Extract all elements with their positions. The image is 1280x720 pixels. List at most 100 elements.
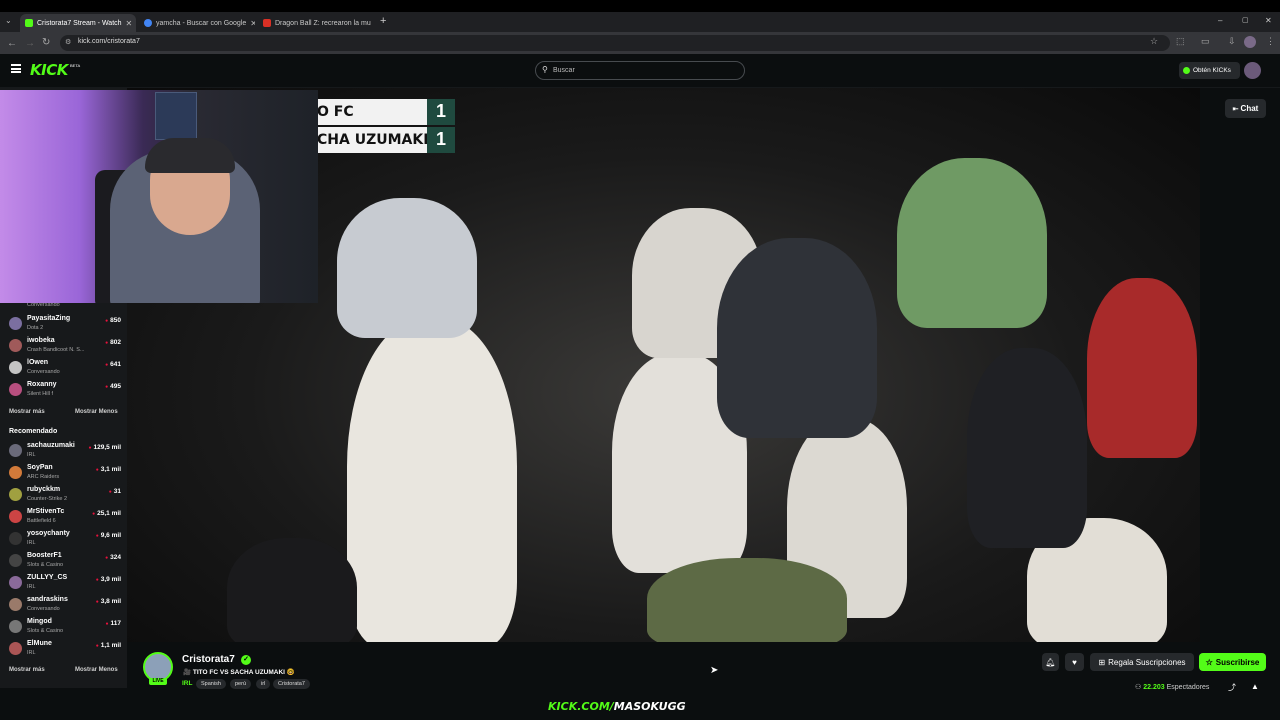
tab-title: Cristorata7 Stream - Watch [37,19,122,27]
reload-icon[interactable]: ↻ [42,37,50,48]
viewer-count: 495 [105,383,121,390]
maximize-icon[interactable]: ▢ [1242,16,1249,24]
avatar [9,598,22,611]
channel-name: SoyPan [27,464,53,471]
show-less-link[interactable]: Mostrar Menos [75,409,118,415]
viewer-count: 1,1 mil [96,642,121,649]
star-icon: ☆ [1205,657,1213,667]
sidebar-channel[interactable]: PayasitaZing Dota 2 850 [9,314,121,334]
close-icon[interactable]: ✕ [250,19,255,28]
avatar [9,510,22,523]
minimize-icon[interactable]: – [1218,16,1222,25]
sidebar-channel[interactable]: sandraskins Conversando 3,8 mil [9,595,121,615]
overlay-url-part1: KICK.COM/ [548,700,614,713]
streamer-cap [145,138,235,173]
channel-name: ZULLYY_CS [27,574,68,581]
sidepanel-icon[interactable]: ▭ [1201,36,1210,47]
recommended-heading: Recomendado [9,428,58,435]
channel-name: MrStivenTc [27,508,65,515]
close-window-icon[interactable]: ✕ [1265,16,1272,25]
webcam-overlay [0,90,318,303]
profile-avatar[interactable] [1244,36,1256,48]
kick-logo[interactable]: KICK [30,61,68,79]
tab-google[interactable]: yamcha - Buscar con Google ✕ [139,14,255,32]
scoreboard-score1: 1 [427,99,455,125]
channel-category: ARC Raiders [27,474,60,480]
share-icon[interactable]: ⤴ [1228,682,1236,693]
sidebar-channel[interactable]: ElMune IRL 1,1 mil [9,639,121,659]
tab-strip: ⌄ Cristorata7 Stream - Watch ✕ yamcha - … [0,12,1280,32]
search-input[interactable]: ⚲ Buscar [535,61,745,80]
sidebar-channel[interactable]: SoyPan ARC Raiders 3,1 mil [9,463,121,483]
viewer-count: 9,6 mil [96,532,121,539]
scoreboard-team2: CHA UZUMAKI [317,127,427,153]
sidebar-channel[interactable]: lOwen Conversando 641 [9,358,121,378]
notifications-bell-button[interactable]: 🔔︎ [1042,653,1059,671]
stream-tag[interactable]: Cristorata7 [273,679,310,689]
new-tab-icon[interactable]: + [380,15,386,27]
get-kicks-button[interactable]: Obtén KICKs [1179,62,1240,79]
tab-search-icon[interactable]: ⌄ [5,16,12,25]
stream-tag[interactable]: irl [256,679,271,689]
crowd-figure [897,158,1047,328]
menu-dots-icon[interactable]: ⋮ [1266,36,1275,47]
extensions-icon[interactable]: ⬚ [1176,36,1185,47]
tab-kick[interactable]: Cristorata7 Stream - Watch ✕ [20,14,136,32]
viewer-count: 129,5 mil [89,444,121,451]
viewer-count: 641 [105,361,121,368]
user-avatar[interactable] [1244,62,1261,79]
subscribe-button[interactable]: ☆ Suscribirse [1199,653,1266,671]
tab-dragonball[interactable]: Dragon Ball Z: recrearon la mu ✕ [258,14,374,32]
sidebar-channel[interactable]: MrStivenTc Battlefield 6 25,1 mil [9,507,121,527]
heart-icon: ♥ [1072,657,1077,667]
wall-poster [155,92,197,140]
stream-tag[interactable]: Spanish [196,679,226,689]
chat-toggle-button[interactable]: ⇤ Chat [1225,99,1266,118]
search-icon: ⚲ [542,65,548,74]
show-more-link[interactable]: Mostrar más [9,409,45,415]
hamburger-menu-icon[interactable] [11,64,21,73]
crowd-figure [647,558,847,642]
avatar [9,361,22,374]
channel-name[interactable]: Cristorata7 [182,654,235,665]
avatar [9,444,22,457]
forward-icon[interactable]: → [25,38,35,49]
show-more-link[interactable]: Mostrar más [9,667,45,673]
sidebar-channel[interactable]: Roxanny Silent Hill f 495 [9,380,121,400]
scoreboard-team1: O FC [317,99,427,125]
sidebar-channel[interactable]: BoosterF1 Slots & Casino 324 [9,551,121,571]
close-icon[interactable]: ✕ [126,19,133,28]
show-less-link[interactable]: Mostrar Menos [75,667,118,673]
sidebar-channel[interactable]: rubyckkm Counter-Strike 2 31 [9,485,121,505]
get-kicks-label: Obtén KICKs [1193,67,1231,74]
avatar [9,620,22,633]
channel-category: Counter-Strike 2 [27,496,68,502]
channel-name: PayasitaZing [27,315,71,322]
sidebar-channel[interactable]: Mingod Slots & Casino 117 [9,617,121,637]
stream-category[interactable]: IRL [182,680,192,687]
stream-tag[interactable]: perú [230,679,252,689]
bookmark-star-icon[interactable]: ☆ [1150,36,1158,47]
channel-name: sandraskins [27,596,68,603]
sidebar-channel[interactable]: iwobeka Crash Bandicoot N. S... 802 [9,336,121,356]
gift-subs-label: Regala Suscripciones [1108,657,1186,667]
viewer-count: 25,1 mil [92,510,121,517]
sidebar-channel[interactable]: ZULLYY_CS IRL 3,9 mil [9,573,121,593]
url-text[interactable]: kick.com/cristorata7 [78,38,140,45]
avatar [9,466,22,479]
avatar [9,317,22,330]
gift-subs-button[interactable]: ⊞ Regala Suscripciones [1090,653,1194,671]
back-icon[interactable]: ← [7,38,17,49]
channel-category: Battlefield 6 [27,518,56,524]
search-placeholder: Buscar [553,67,575,74]
follow-heart-button[interactable]: ♥ [1065,653,1084,671]
omnibox[interactable] [60,35,1170,51]
avatar [9,383,22,396]
channel-category: IRL [27,650,36,656]
sidebar-channel[interactable]: sachauzumaki IRL 129,5 mil [9,441,121,461]
sidebar-channel[interactable]: yosoychanty IRL 9,6 mil [9,529,121,549]
downloads-icon[interactable]: ⇩ [1228,36,1236,47]
avatar [9,642,22,655]
report-warning-icon[interactable]: ▲ [1251,682,1259,691]
site-info-icon[interactable]: ⚙ [65,38,71,46]
